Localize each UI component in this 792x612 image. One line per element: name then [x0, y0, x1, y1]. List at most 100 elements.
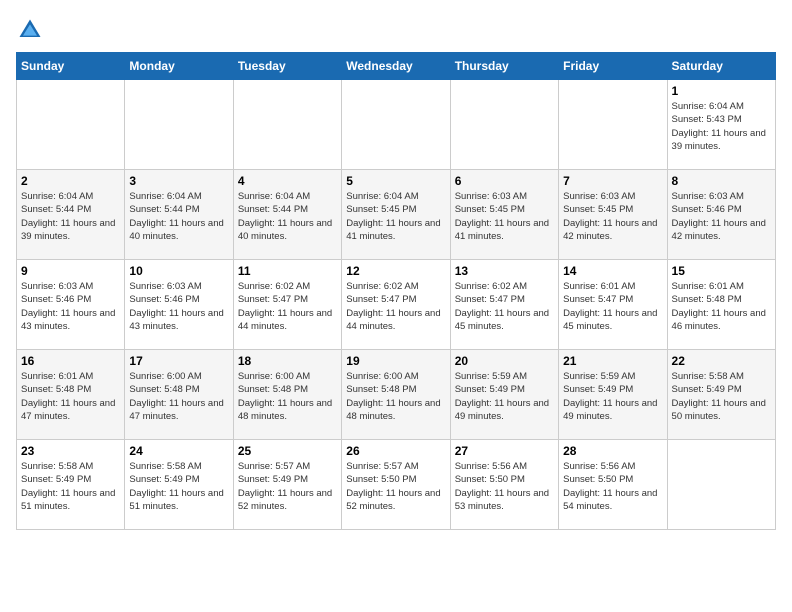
- calendar-cell: 11 Sunrise: 6:02 AM Sunset: 5:47 PM Dayli…: [233, 260, 341, 350]
- calendar-cell: [17, 80, 125, 170]
- day-number: 21: [563, 354, 662, 368]
- day-number: 28: [563, 444, 662, 458]
- day-number: 22: [672, 354, 771, 368]
- column-header-thursday: Thursday: [450, 53, 558, 80]
- day-info: Sunrise: 6:03 AM Sunset: 5:46 PM Dayligh…: [129, 280, 228, 333]
- day-info: Sunrise: 5:57 AM Sunset: 5:50 PM Dayligh…: [346, 460, 445, 513]
- day-info: Sunrise: 6:03 AM Sunset: 5:45 PM Dayligh…: [563, 190, 662, 243]
- column-header-saturday: Saturday: [667, 53, 775, 80]
- calendar-cell: 19Sunrise: 6:00 AM Sunset: 5:48 PM Dayli…: [342, 350, 450, 440]
- calendar-cell: [342, 80, 450, 170]
- week-row-1: 1 Sunrise: 6:04 AM Sunset: 5:43 PM Daylig…: [17, 80, 776, 170]
- day-info: Sunrise: 6:04 AM Sunset: 5:43 PM Dayligh…: [672, 100, 771, 153]
- day-number: 8: [672, 174, 771, 188]
- day-info: Sunrise: 5:56 AM Sunset: 5:50 PM Dayligh…: [563, 460, 662, 513]
- calendar-cell: 20 Sunrise: 5:59 AM Sunset: 5:49 PM Dayli…: [450, 350, 558, 440]
- day-number: 1: [672, 84, 771, 98]
- day-number: 24: [129, 444, 228, 458]
- calendar-cell: 23 Sunrise: 5:58 AM Sunset: 5:49 PM Dayli…: [17, 440, 125, 530]
- day-number: 10: [129, 264, 228, 278]
- calendar-cell: 14Sunrise: 6:01 AM Sunset: 5:47 PM Dayli…: [559, 260, 667, 350]
- day-number: 13: [455, 264, 554, 278]
- day-info: Sunrise: 6:04 AM Sunset: 5:44 PM Dayligh…: [21, 190, 120, 243]
- day-info: Sunrise: 6:04 AM Sunset: 5:44 PM Dayligh…: [129, 190, 228, 243]
- calendar-cell: [450, 80, 558, 170]
- day-info: Sunrise: 5:56 AM Sunset: 5:50 PM Dayligh…: [455, 460, 554, 513]
- calendar-cell: 3Sunrise: 6:04 AM Sunset: 5:44 PM Daylig…: [125, 170, 233, 260]
- day-number: 16: [21, 354, 120, 368]
- day-number: 12: [346, 264, 445, 278]
- day-info: Sunrise: 6:03 AM Sunset: 5:45 PM Dayligh…: [455, 190, 554, 243]
- column-header-wednesday: Wednesday: [342, 53, 450, 80]
- calendar-cell: [125, 80, 233, 170]
- calendar-cell: 28 Sunrise: 5:56 AM Sunset: 5:50 PM Dayli…: [559, 440, 667, 530]
- calendar-cell: 21 Sunrise: 5:59 AM Sunset: 5:49 PM Dayli…: [559, 350, 667, 440]
- day-number: 26: [346, 444, 445, 458]
- calendar-cell: 15Sunrise: 6:01 AM Sunset: 5:48 PM Dayli…: [667, 260, 775, 350]
- column-header-monday: Monday: [125, 53, 233, 80]
- week-row-5: 23 Sunrise: 5:58 AM Sunset: 5:49 PM Dayli…: [17, 440, 776, 530]
- day-number: 18: [238, 354, 337, 368]
- column-header-sunday: Sunday: [17, 53, 125, 80]
- calendar-cell: 6 Sunrise: 6:03 AM Sunset: 5:45 PM Daylig…: [450, 170, 558, 260]
- day-number: 25: [238, 444, 337, 458]
- day-info: Sunrise: 5:58 AM Sunset: 5:49 PM Dayligh…: [21, 460, 120, 513]
- calendar-cell: 13 Sunrise: 6:02 AM Sunset: 5:47 PM Dayli…: [450, 260, 558, 350]
- day-info: Sunrise: 5:59 AM Sunset: 5:49 PM Dayligh…: [563, 370, 662, 423]
- day-number: 5: [346, 174, 445, 188]
- calendar-cell: 9 Sunrise: 6:03 AM Sunset: 5:46 PM Daylig…: [17, 260, 125, 350]
- day-info: Sunrise: 6:00 AM Sunset: 5:48 PM Dayligh…: [129, 370, 228, 423]
- calendar-cell: 10 Sunrise: 6:03 AM Sunset: 5:46 PM Dayli…: [125, 260, 233, 350]
- day-number: 4: [238, 174, 337, 188]
- day-number: 11: [238, 264, 337, 278]
- calendar-cell: 22 Sunrise: 5:58 AM Sunset: 5:49 PM Dayli…: [667, 350, 775, 440]
- day-info: Sunrise: 6:03 AM Sunset: 5:46 PM Dayligh…: [672, 190, 771, 243]
- day-info: Sunrise: 6:00 AM Sunset: 5:48 PM Dayligh…: [238, 370, 337, 423]
- calendar-cell: 16Sunrise: 6:01 AM Sunset: 5:48 PM Dayli…: [17, 350, 125, 440]
- day-number: 23: [21, 444, 120, 458]
- day-info: Sunrise: 5:57 AM Sunset: 5:49 PM Dayligh…: [238, 460, 337, 513]
- calendar-cell: [667, 440, 775, 530]
- day-info: Sunrise: 6:02 AM Sunset: 5:47 PM Dayligh…: [455, 280, 554, 333]
- day-number: 6: [455, 174, 554, 188]
- day-number: 27: [455, 444, 554, 458]
- day-info: Sunrise: 6:04 AM Sunset: 5:45 PM Dayligh…: [346, 190, 445, 243]
- day-info: Sunrise: 5:59 AM Sunset: 5:49 PM Dayligh…: [455, 370, 554, 423]
- day-info: Sunrise: 6:00 AM Sunset: 5:48 PM Dayligh…: [346, 370, 445, 423]
- logo-icon: [16, 16, 44, 44]
- calendar-cell: 1 Sunrise: 6:04 AM Sunset: 5:43 PM Daylig…: [667, 80, 775, 170]
- calendar-cell: 27 Sunrise: 5:56 AM Sunset: 5:50 PM Dayli…: [450, 440, 558, 530]
- week-row-2: 2 Sunrise: 6:04 AM Sunset: 5:44 PM Daylig…: [17, 170, 776, 260]
- day-number: 17: [129, 354, 228, 368]
- day-info: Sunrise: 6:04 AM Sunset: 5:44 PM Dayligh…: [238, 190, 337, 243]
- calendar-cell: 18 Sunrise: 6:00 AM Sunset: 5:48 PM Dayli…: [233, 350, 341, 440]
- calendar-cell: 8 Sunrise: 6:03 AM Sunset: 5:46 PM Daylig…: [667, 170, 775, 260]
- week-row-4: 16Sunrise: 6:01 AM Sunset: 5:48 PM Dayli…: [17, 350, 776, 440]
- day-number: 9: [21, 264, 120, 278]
- calendar-cell: [559, 80, 667, 170]
- calendar-cell: 5 Sunrise: 6:04 AM Sunset: 5:45 PM Daylig…: [342, 170, 450, 260]
- calendar-cell: 2 Sunrise: 6:04 AM Sunset: 5:44 PM Daylig…: [17, 170, 125, 260]
- day-info: Sunrise: 6:02 AM Sunset: 5:47 PM Dayligh…: [238, 280, 337, 333]
- day-number: 20: [455, 354, 554, 368]
- calendar-cell: 4 Sunrise: 6:04 AM Sunset: 5:44 PM Daylig…: [233, 170, 341, 260]
- logo: [16, 16, 48, 44]
- day-number: 15: [672, 264, 771, 278]
- calendar-cell: 7 Sunrise: 6:03 AM Sunset: 5:45 PM Daylig…: [559, 170, 667, 260]
- column-header-tuesday: Tuesday: [233, 53, 341, 80]
- calendar-cell: 17 Sunrise: 6:00 AM Sunset: 5:48 PM Dayli…: [125, 350, 233, 440]
- calendar-cell: [233, 80, 341, 170]
- header: [16, 16, 776, 44]
- calendar-cell: 26 Sunrise: 5:57 AM Sunset: 5:50 PM Dayli…: [342, 440, 450, 530]
- calendar: SundayMondayTuesdayWednesdayThursdayFrid…: [16, 52, 776, 530]
- calendar-cell: 25 Sunrise: 5:57 AM Sunset: 5:49 PM Dayli…: [233, 440, 341, 530]
- day-number: 14: [563, 264, 662, 278]
- day-number: 7: [563, 174, 662, 188]
- calendar-header-row: SundayMondayTuesdayWednesdayThursdayFrid…: [17, 53, 776, 80]
- day-info: Sunrise: 5:58 AM Sunset: 5:49 PM Dayligh…: [672, 370, 771, 423]
- day-info: Sunrise: 6:03 AM Sunset: 5:46 PM Dayligh…: [21, 280, 120, 333]
- day-info: Sunrise: 6:02 AM Sunset: 5:47 PM Dayligh…: [346, 280, 445, 333]
- day-number: 2: [21, 174, 120, 188]
- calendar-cell: 24 Sunrise: 5:58 AM Sunset: 5:49 PM Dayli…: [125, 440, 233, 530]
- day-info: Sunrise: 5:58 AM Sunset: 5:49 PM Dayligh…: [129, 460, 228, 513]
